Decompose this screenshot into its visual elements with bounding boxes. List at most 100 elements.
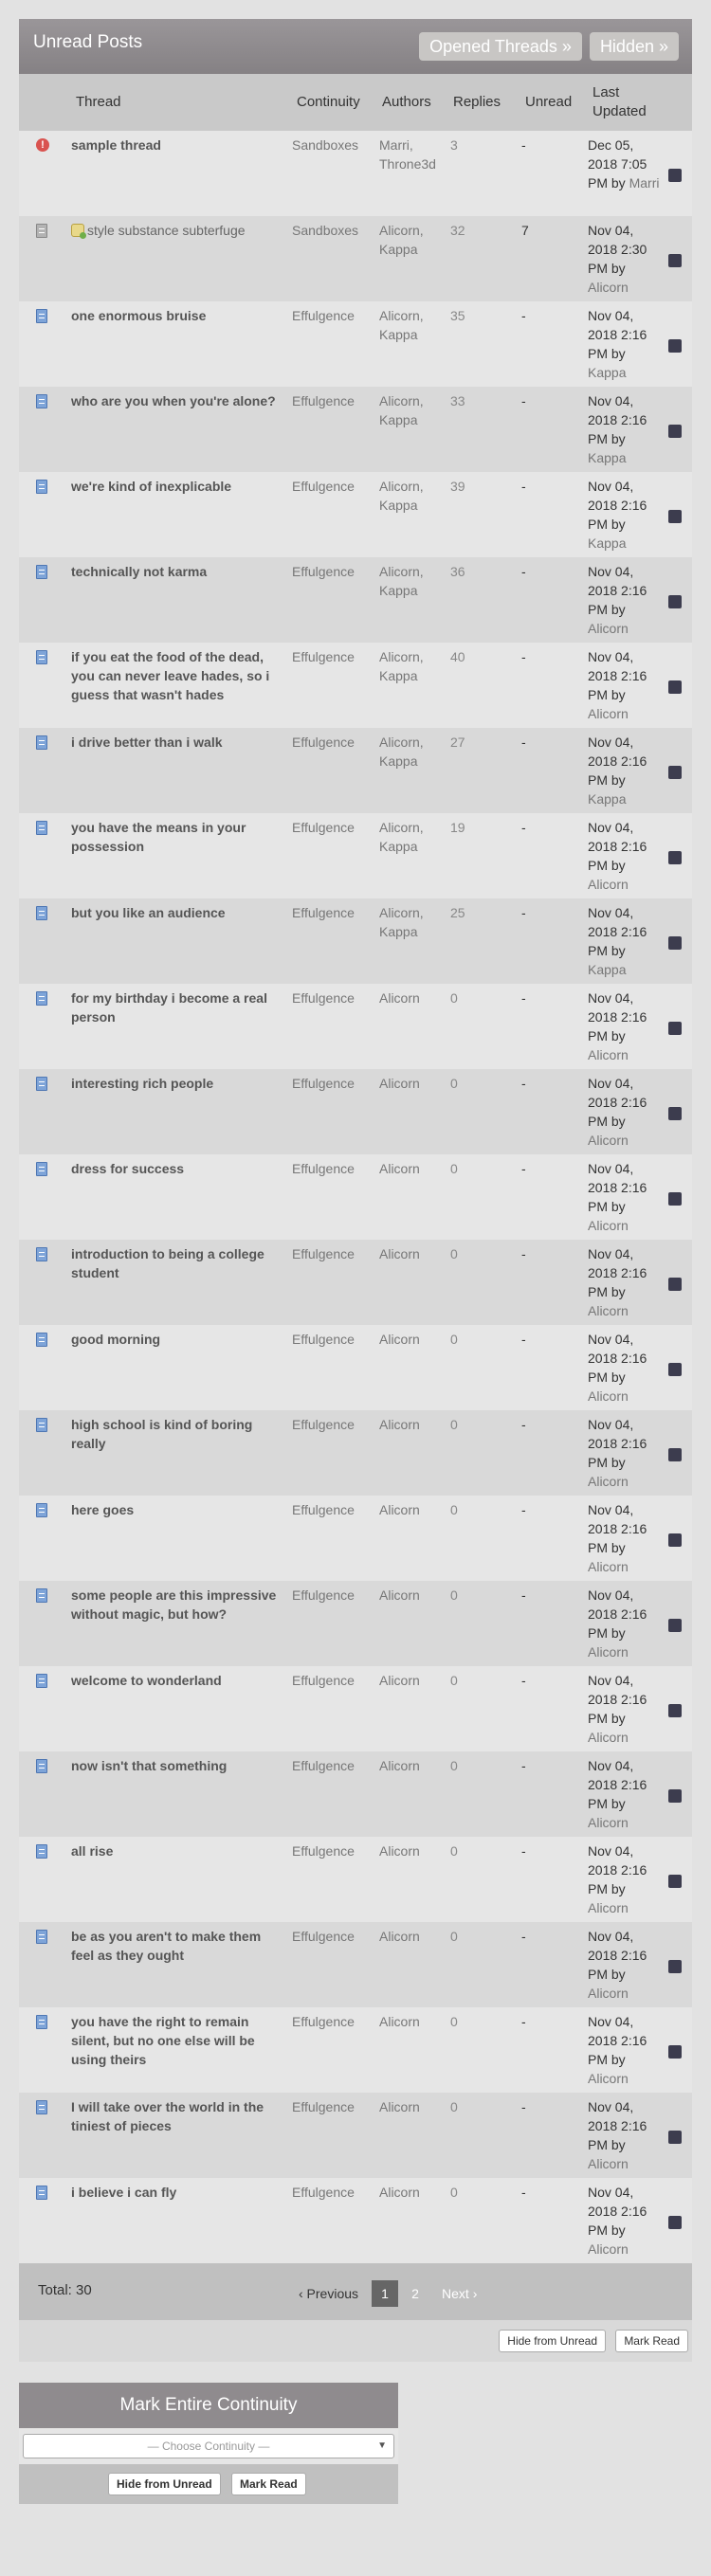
thread-title-link[interactable]: you have the right to remain silent, but… [71, 2014, 255, 2067]
author-link[interactable]: Kappa [379, 924, 417, 939]
continuity-link[interactable]: Effulgence [292, 2183, 355, 2202]
row-checkbox[interactable] [668, 2131, 682, 2144]
author-link[interactable]: Marri [379, 137, 410, 153]
last-updated-user[interactable]: Alicorn [588, 1474, 629, 1489]
continuity-link[interactable]: Effulgence [292, 1159, 355, 1178]
continuity-link[interactable]: Effulgence [292, 1756, 355, 1775]
last-updated-user[interactable]: Alicorn [588, 2071, 629, 2086]
last-updated-user[interactable]: Kappa [588, 791, 626, 807]
doc-icon[interactable] [36, 1759, 49, 1774]
thread-title-link[interactable]: be as you aren't to make them feel as th… [71, 1929, 261, 1963]
alert-icon[interactable]: ! [36, 138, 49, 154]
author-link[interactable]: Alicorn [379, 649, 420, 664]
author-link[interactable]: Alicorn [379, 2014, 420, 2029]
author-link[interactable]: Alicorn [379, 2185, 420, 2200]
row-checkbox[interactable] [668, 1704, 682, 1717]
continuity-link[interactable]: Sandboxes [292, 221, 358, 240]
continuity-link[interactable]: Effulgence [292, 1841, 355, 1860]
continuity-link[interactable]: Effulgence [292, 1927, 355, 1946]
last-updated-date[interactable]: Nov 04, 2018 2:16 PM by [588, 1417, 647, 1470]
last-updated-date[interactable]: Nov 04, 2018 2:16 PM by [588, 735, 647, 788]
doc-icon[interactable] [36, 735, 49, 751]
continuity-link[interactable]: Effulgence [292, 477, 355, 496]
doc-icon[interactable] [36, 1247, 49, 1262]
author-link[interactable]: Alicorn [379, 479, 420, 494]
author-link[interactable]: Kappa [379, 242, 417, 257]
row-checkbox[interactable] [668, 936, 682, 950]
doc-icon[interactable] [36, 2100, 49, 2115]
author-link[interactable]: Kappa [379, 583, 417, 598]
last-updated-user[interactable]: Kappa [588, 450, 626, 465]
author-link[interactable]: Alicorn [379, 564, 420, 579]
author-link[interactable]: Alicorn [379, 1929, 420, 1944]
author-link[interactable]: Alicorn [379, 308, 420, 323]
last-updated-date[interactable]: Nov 04, 2018 2:16 PM by [588, 308, 647, 361]
continuity-link[interactable]: Effulgence [292, 2012, 355, 2031]
last-updated-date[interactable]: Nov 04, 2018 2:16 PM by [588, 2099, 647, 2152]
last-updated-user[interactable]: Alicorn [588, 1218, 629, 1233]
row-checkbox[interactable] [668, 2045, 682, 2059]
hide-from-unread-button[interactable]: Hide from Unread [499, 2330, 606, 2352]
continuity-link[interactable]: Effulgence [292, 1330, 355, 1349]
row-checkbox[interactable] [668, 1278, 682, 1291]
thread-title-link[interactable]: we're kind of inexplicable [71, 479, 231, 494]
doc-icon[interactable] [36, 394, 49, 409]
row-checkbox[interactable] [668, 1448, 682, 1461]
last-updated-date[interactable]: Nov 04, 2018 2:16 PM by [588, 820, 647, 873]
last-updated-date[interactable]: Nov 04, 2018 2:16 PM by [588, 1758, 647, 1811]
doc-icon[interactable] [36, 1930, 49, 1945]
last-updated-user[interactable]: Kappa [588, 365, 626, 380]
thread-title-link[interactable]: for my birthday i become a real person [71, 990, 267, 1025]
doc-icon[interactable] [36, 1588, 49, 1604]
author-link[interactable]: Alicorn [379, 1843, 420, 1859]
thread-title-link[interactable]: if you eat the food of the dead, you can… [71, 649, 269, 702]
last-updated-date[interactable]: Nov 04, 2018 2:30 PM by [588, 223, 647, 276]
author-link[interactable]: Alicorn [379, 1076, 420, 1091]
row-checkbox[interactable] [668, 1619, 682, 1632]
mark-read-button[interactable]: Mark Read [615, 2330, 688, 2352]
last-updated-user[interactable]: Alicorn [588, 2156, 629, 2171]
last-updated-user[interactable]: Alicorn [588, 1900, 629, 1915]
page-2-link[interactable]: 2 [402, 2280, 428, 2307]
row-checkbox[interactable] [668, 425, 682, 438]
last-updated-user[interactable]: Alicorn [588, 280, 629, 295]
continuity-link[interactable]: Effulgence [292, 1500, 355, 1519]
continuity-link[interactable]: Sandboxes [292, 136, 358, 154]
row-checkbox[interactable] [668, 339, 682, 353]
doc-icon[interactable] [36, 1333, 49, 1348]
last-updated-user[interactable]: Alicorn [588, 1388, 629, 1404]
thread-title-link[interactable]: technically not karma [71, 564, 207, 579]
author-link[interactable]: Alicorn [379, 820, 420, 835]
continuity-link[interactable]: Effulgence [292, 306, 355, 325]
continuity-link[interactable]: Effulgence [292, 391, 355, 410]
row-checkbox[interactable] [668, 851, 682, 864]
continuity-link[interactable]: Effulgence [292, 562, 355, 581]
last-updated-user[interactable]: Alicorn [588, 877, 629, 892]
next-page-link[interactable]: Next › [442, 2286, 477, 2301]
doc-icon[interactable] [36, 1162, 49, 1177]
last-updated-user[interactable]: Kappa [588, 962, 626, 977]
row-checkbox[interactable] [668, 1022, 682, 1035]
thread-title-link[interactable]: interesting rich people [71, 1076, 213, 1091]
thread-title-link[interactable]: I will take over the world in the tinies… [71, 2099, 264, 2133]
hidden-button[interactable]: Hidden » [589, 32, 679, 61]
last-updated-user[interactable]: Alicorn [588, 1815, 629, 1830]
author-link[interactable]: Kappa [379, 498, 417, 513]
doc-icon[interactable] [36, 309, 49, 324]
row-checkbox[interactable] [668, 766, 682, 779]
continuity-link[interactable]: Effulgence [292, 818, 355, 837]
author-link[interactable]: Alicorn [379, 1417, 420, 1432]
continuity-mark-read-button[interactable]: Mark Read [231, 2473, 306, 2495]
continuity-link[interactable]: Effulgence [292, 1671, 355, 1690]
continuity-link[interactable]: Effulgence [292, 733, 355, 752]
row-checkbox[interactable] [668, 169, 682, 182]
continuity-link[interactable]: Effulgence [292, 1244, 355, 1263]
last-updated-date[interactable]: Nov 04, 2018 2:16 PM by [588, 1673, 647, 1726]
last-updated-user[interactable]: Alicorn [588, 2241, 629, 2257]
continuity-link[interactable]: Effulgence [292, 647, 355, 666]
doc-icon[interactable] [36, 1674, 49, 1689]
author-link[interactable]: Alicorn [379, 1758, 420, 1773]
continuity-link[interactable]: Effulgence [292, 2097, 355, 2116]
author-link[interactable]: Kappa [379, 327, 417, 342]
row-checkbox[interactable] [668, 680, 682, 694]
